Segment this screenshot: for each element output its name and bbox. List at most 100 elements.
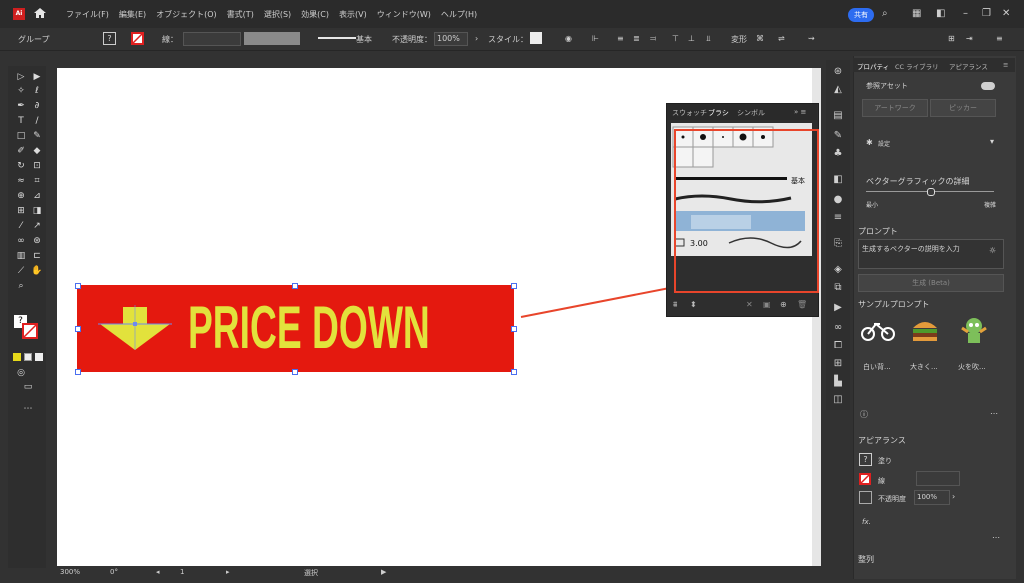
layers-stack-icon[interactable]: ◈ — [832, 264, 844, 276]
reflect-icon[interactable]: ⇌ — [778, 34, 785, 43]
color-mode-icon[interactable] — [13, 353, 21, 361]
menu-view[interactable]: 表示(V) — [339, 9, 367, 20]
menu-effect[interactable]: 効果(C) — [301, 9, 329, 20]
dragon-sample-icon[interactable] — [958, 314, 990, 346]
home-icon[interactable] — [33, 7, 47, 19]
blend-tool-icon[interactable]: ∞ — [14, 236, 28, 247]
play-icon[interactable]: ▶ — [381, 568, 386, 576]
options-icon[interactable]: ▣ — [763, 300, 771, 309]
envelope-icon[interactable]: ⇝ — [808, 34, 815, 43]
menu-edit[interactable]: 編集(E) — [119, 9, 146, 20]
symbols-dock-icon[interactable]: ♣ — [832, 148, 844, 160]
tab-appearance[interactable]: アピアランス — [949, 61, 988, 71]
bicycle-sample-icon[interactable] — [860, 318, 896, 344]
eyedropper-icon[interactable]: ⁄ — [14, 221, 28, 232]
play-dock-icon[interactable]: ▶ — [832, 302, 844, 314]
perspective-grid-icon[interactable]: ⊿ — [30, 191, 44, 202]
menu-file[interactable]: ファイル(F) — [66, 9, 109, 20]
tab-symbols[interactable]: シンボル — [737, 108, 765, 118]
sample-label-1[interactable]: 白い背... — [863, 362, 891, 372]
selection-handle[interactable] — [511, 326, 517, 332]
pathfinder-dock-icon[interactable]: ◫ — [832, 394, 844, 406]
delete-brush-icon[interactable]: 🗑 — [797, 300, 807, 309]
zoom-level[interactable]: 300% — [60, 568, 80, 576]
stroke-weight-input[interactable] — [916, 471, 960, 486]
sample-label-2[interactable]: 大きく... — [910, 362, 938, 372]
remove-stroke-icon[interactable]: ✕ — [746, 300, 753, 309]
tab-cc-libraries[interactable]: CC ライブラリ — [895, 61, 939, 71]
align-middle-icon[interactable]: ⊥ — [688, 34, 695, 43]
direct-selection-tool-icon[interactable]: ▶ — [30, 72, 44, 83]
artboard-tool-icon[interactable]: ⊏ — [30, 251, 44, 262]
transform-label[interactable]: 変形 — [731, 34, 747, 45]
chain-dock-icon[interactable]: ∞ — [832, 322, 844, 334]
picker-button[interactable]: ピッカー — [930, 99, 996, 117]
info-icon[interactable]: ⓘ — [860, 409, 868, 420]
align-dock-icon[interactable]: ≡ — [832, 212, 844, 224]
lasso-icon[interactable]: ℓ — [30, 86, 44, 97]
appearance-dock-icon[interactable]: ● — [832, 194, 844, 206]
align-right-icon[interactable]: ≣ — [633, 34, 640, 43]
fill-swatch[interactable]: ? — [103, 32, 116, 45]
gradient-tool-icon[interactable]: ◨ — [30, 206, 44, 217]
menu-window[interactable]: ウィンドウ(W) — [377, 9, 431, 20]
share-panel-icon[interactable]: ⇥ — [966, 34, 973, 43]
curvature-tool-icon[interactable]: ∂ — [30, 101, 44, 112]
align-bottom-icon[interactable]: ⫫ — [706, 34, 711, 44]
fill-color-icon[interactable]: ? — [859, 453, 872, 466]
shape-builder-icon[interactable]: ⊕ — [14, 191, 28, 202]
align-right-edge-icon[interactable]: ⫤ — [650, 34, 656, 44]
free-transform-icon[interactable]: ⌗ — [30, 176, 44, 187]
measure-tool-icon[interactable]: ↗ — [30, 221, 44, 232]
rotation-value[interactable]: 0° — [110, 568, 118, 576]
recolor-icon[interactable]: ◉ — [565, 34, 572, 43]
restore-icon[interactable]: ❐ — [982, 8, 991, 19]
menu-help[interactable]: ヘルプ(H) — [441, 9, 477, 20]
layers-icon[interactable]: ⊛ — [832, 66, 844, 78]
type-tool-icon[interactable]: T — [14, 116, 28, 127]
brushes-dock-icon[interactable]: ✎ — [832, 130, 844, 142]
rectangle-tool-icon[interactable]: □ — [14, 131, 28, 142]
brush-library-icon[interactable]: ⩩ — [673, 300, 677, 310]
panel-menu-icon[interactable]: » ≡ — [794, 108, 806, 116]
artboards-dock-icon[interactable]: ⧠ — [832, 340, 844, 352]
share-button[interactable]: 共有 — [848, 8, 874, 22]
new-brush-icon[interactable]: ⊕ — [780, 300, 787, 309]
stroke-weight-field[interactable] — [183, 32, 241, 46]
down-arrow-shape[interactable] — [98, 305, 172, 355]
selection-handle[interactable] — [292, 283, 298, 289]
menu-icon[interactable]: ≡ — [996, 34, 1003, 43]
stroke-color-icon[interactable] — [859, 473, 871, 485]
tab-properties[interactable]: プロパティ — [857, 61, 889, 71]
minimize-icon[interactable]: – — [963, 8, 968, 19]
gradient-mode-icon[interactable] — [24, 353, 32, 361]
link-dock-icon[interactable]: ⧉ — [832, 282, 844, 294]
ref-assets-toggle[interactable] — [981, 82, 995, 90]
stroke-swatch[interactable] — [131, 32, 144, 45]
menu-select[interactable]: 選択(S) — [264, 9, 291, 20]
artboard-prev-icon[interactable]: ◂ — [156, 568, 160, 576]
detail-slider-thumb[interactable] — [927, 188, 935, 196]
arrange-icon[interactable]: ▦ — [912, 8, 921, 19]
isolate-icon[interactable]: ⌘ — [756, 34, 764, 43]
mesh-tool-icon[interactable]: ⊞ — [14, 206, 28, 217]
more-options-icon[interactable]: ⋯ — [990, 409, 998, 418]
selection-tool-icon[interactable]: ▷ — [14, 72, 28, 83]
align-center-icon[interactable]: ≡ — [617, 34, 624, 43]
panel-options-icon[interactable]: ⊞ — [948, 34, 955, 43]
draw-mode-icon[interactable]: ◎ — [14, 368, 28, 379]
none-mode-icon[interactable] — [35, 353, 43, 361]
chart-dock-icon[interactable]: ▙ — [832, 376, 844, 388]
artboard-number[interactable]: 1 — [180, 568, 184, 576]
selection-handle[interactable] — [292, 369, 298, 375]
stroke-color-swatch[interactable] — [22, 323, 38, 339]
lightbulb-icon[interactable]: ☼ — [989, 246, 996, 255]
align-top-icon[interactable]: ⊤ — [672, 34, 679, 43]
scale-tool-icon[interactable]: ⊡ — [30, 161, 44, 172]
selection-handle[interactable] — [511, 369, 517, 375]
screen-mode-icon[interactable]: ▭ — [21, 382, 35, 393]
search-icon[interactable]: ⌕ — [882, 8, 888, 19]
generate-button[interactable]: 生成 (Beta) — [858, 274, 1004, 292]
menu-type[interactable]: 書式(T) — [227, 9, 254, 20]
stroke-style-label[interactable]: 基本 — [356, 34, 372, 45]
